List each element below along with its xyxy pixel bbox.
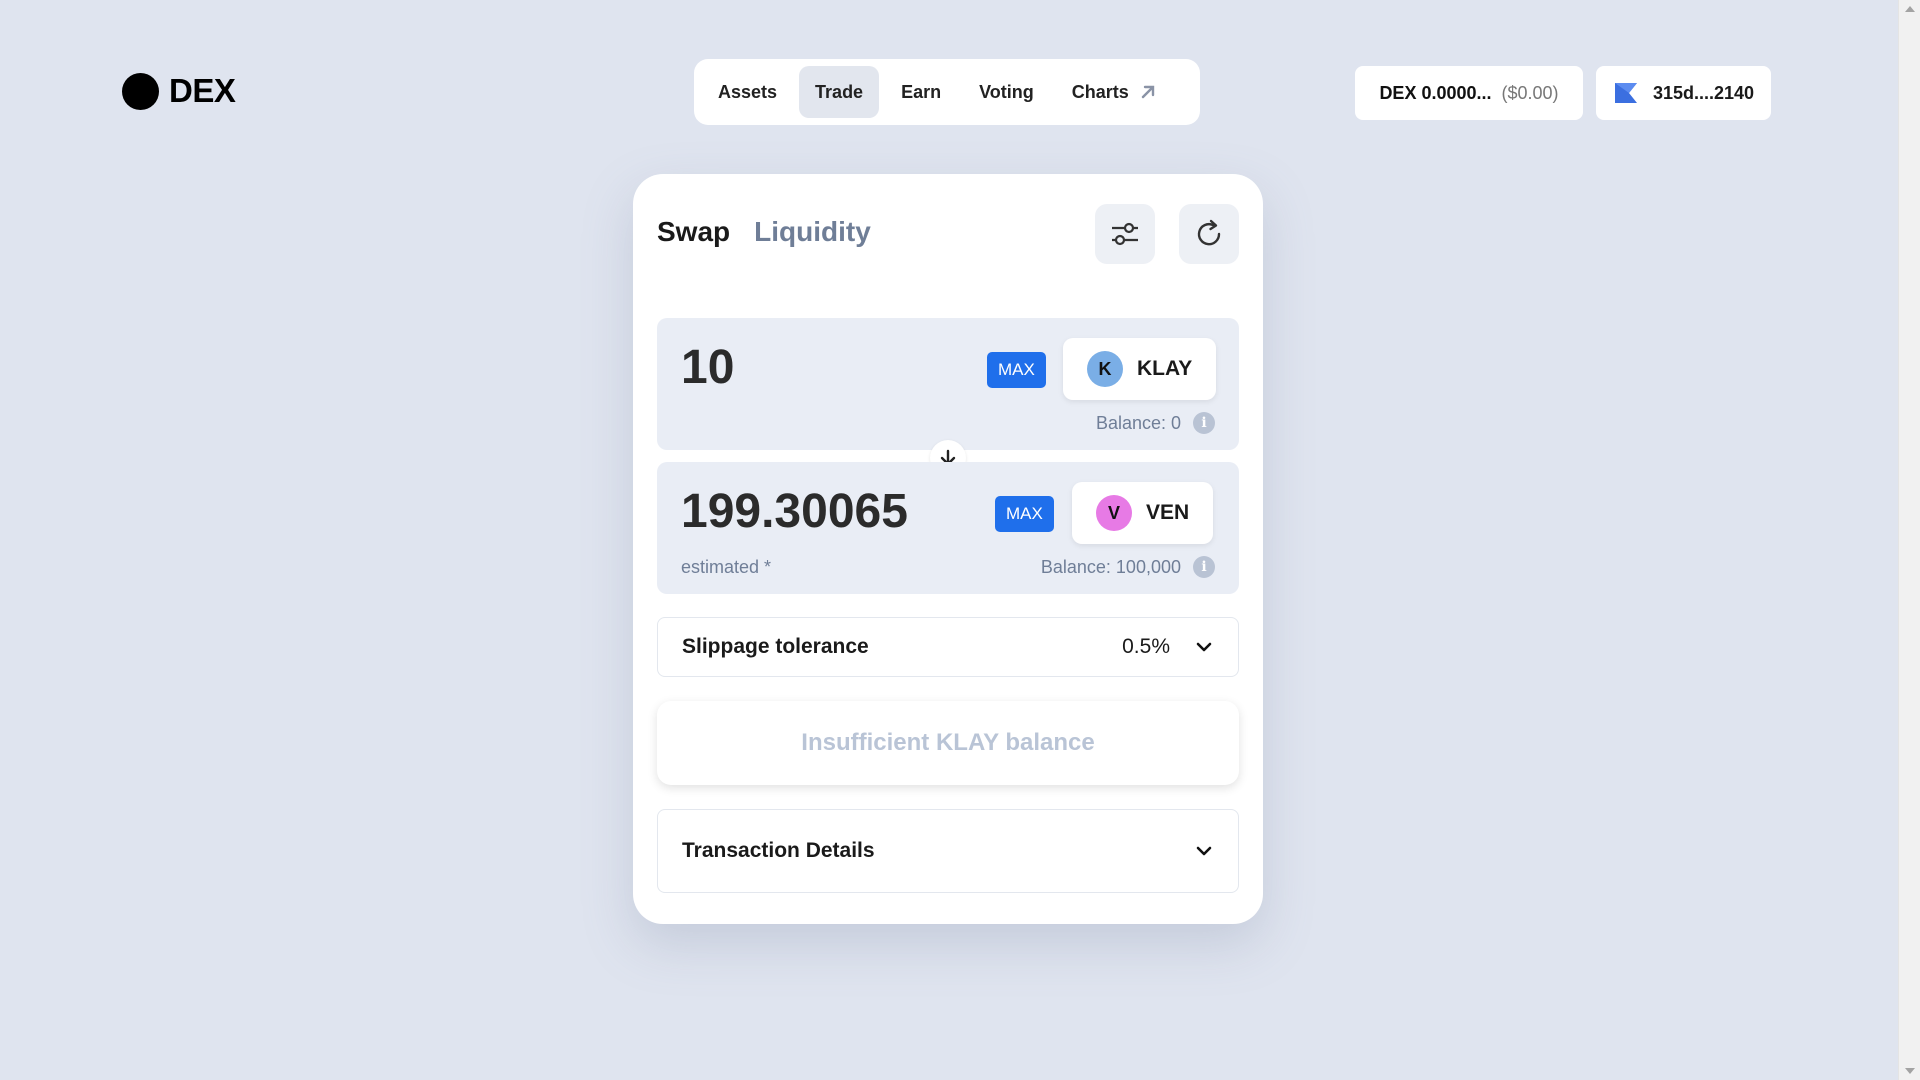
info-icon[interactable]: i: [1193, 556, 1215, 578]
scroll-down-arrow[interactable]: [1905, 1068, 1915, 1074]
klay-token-icon: K: [1087, 351, 1123, 387]
vertical-scrollbar[interactable]: [1898, 0, 1920, 1080]
to-balance: Balance: 100,000 i: [1041, 556, 1215, 578]
nav-item-label: Trade: [815, 81, 864, 102]
nav-item-earn[interactable]: Earn: [885, 66, 957, 118]
nav-item-charts[interactable]: Charts: [1056, 66, 1173, 118]
to-token-box: 199.30065 MAX V VEN estimated * Balance:…: [657, 462, 1239, 594]
slippage-tolerance-select[interactable]: Slippage tolerance 0.5%: [657, 617, 1239, 677]
refresh-icon: [1197, 219, 1221, 246]
from-token-box: 10 MAX K KLAY Balance: 0 i: [657, 318, 1239, 450]
nav-item-label: Assets: [718, 81, 778, 102]
from-token-symbol: KLAY: [1137, 357, 1193, 380]
refresh-button[interactable]: [1179, 204, 1239, 264]
to-token-symbol: VEN: [1146, 501, 1190, 524]
token-balance: DEX 0.0000...: [1379, 82, 1492, 103]
wallet-address: 315d....2140: [1652, 82, 1755, 103]
chevron-down-icon: [1196, 642, 1212, 652]
to-balance-text: Balance: 100,000: [1040, 556, 1181, 577]
logo[interactable]: DEX: [122, 72, 236, 110]
from-token-select[interactable]: K KLAY: [1063, 338, 1217, 400]
nav-item-label: Voting: [979, 81, 1034, 102]
swap-card: Swap Liquidity 10 MAX K KLAY Balance: 0 …: [633, 174, 1263, 924]
nav-item-trade[interactable]: Trade: [799, 66, 880, 118]
sliders-icon: [1112, 222, 1138, 246]
info-icon[interactable]: i: [1193, 412, 1215, 434]
token-balance-pill[interactable]: DEX 0.0000... ($0.00): [1355, 66, 1583, 120]
slippage-label: Slippage tolerance: [682, 635, 869, 658]
external-arrow-icon: [1141, 85, 1154, 99]
slippage-value: 0.5%: [1122, 635, 1170, 658]
nav-item-label: Earn: [901, 81, 942, 102]
logo-mark: [122, 72, 159, 110]
to-token-select[interactable]: V VEN: [1072, 482, 1214, 544]
chevron-down-icon: [1196, 846, 1212, 856]
nav-item-assets[interactable]: Assets: [702, 66, 793, 118]
tab-swap[interactable]: Swap: [657, 216, 730, 248]
wallet-button[interactable]: 315d....2140: [1596, 66, 1771, 120]
from-balance-text: Balance: 0: [1095, 412, 1181, 433]
tab-liquidity[interactable]: Liquidity: [754, 216, 871, 248]
settings-button[interactable]: [1095, 204, 1155, 264]
token-balance-usd: ($0.00): [1501, 82, 1559, 103]
ven-token-icon: V: [1096, 495, 1132, 531]
transaction-details-label: Transaction Details: [682, 839, 875, 862]
logo-text: DEX: [169, 72, 236, 109]
transaction-details-toggle[interactable]: Transaction Details: [657, 809, 1239, 893]
main-nav: Assets Trade Earn Voting Charts: [694, 59, 1200, 125]
nav-item-label: Charts: [1071, 81, 1129, 102]
scroll-up-arrow[interactable]: [1905, 6, 1915, 12]
nav-item-voting[interactable]: Voting: [963, 66, 1050, 118]
to-max-button[interactable]: MAX: [995, 496, 1054, 532]
from-amount-input[interactable]: 10: [681, 340, 734, 395]
estimated-label: estimated *: [681, 557, 772, 577]
swap-tabs: Swap Liquidity: [657, 216, 871, 248]
from-max-button[interactable]: MAX: [987, 352, 1046, 388]
swap-submit-button[interactable]: Insufficient KLAY balance: [657, 701, 1239, 785]
from-balance: Balance: 0 i: [1096, 412, 1215, 434]
to-amount-input[interactable]: 199.30065: [681, 484, 908, 539]
wallet-icon: [1614, 83, 1637, 103]
